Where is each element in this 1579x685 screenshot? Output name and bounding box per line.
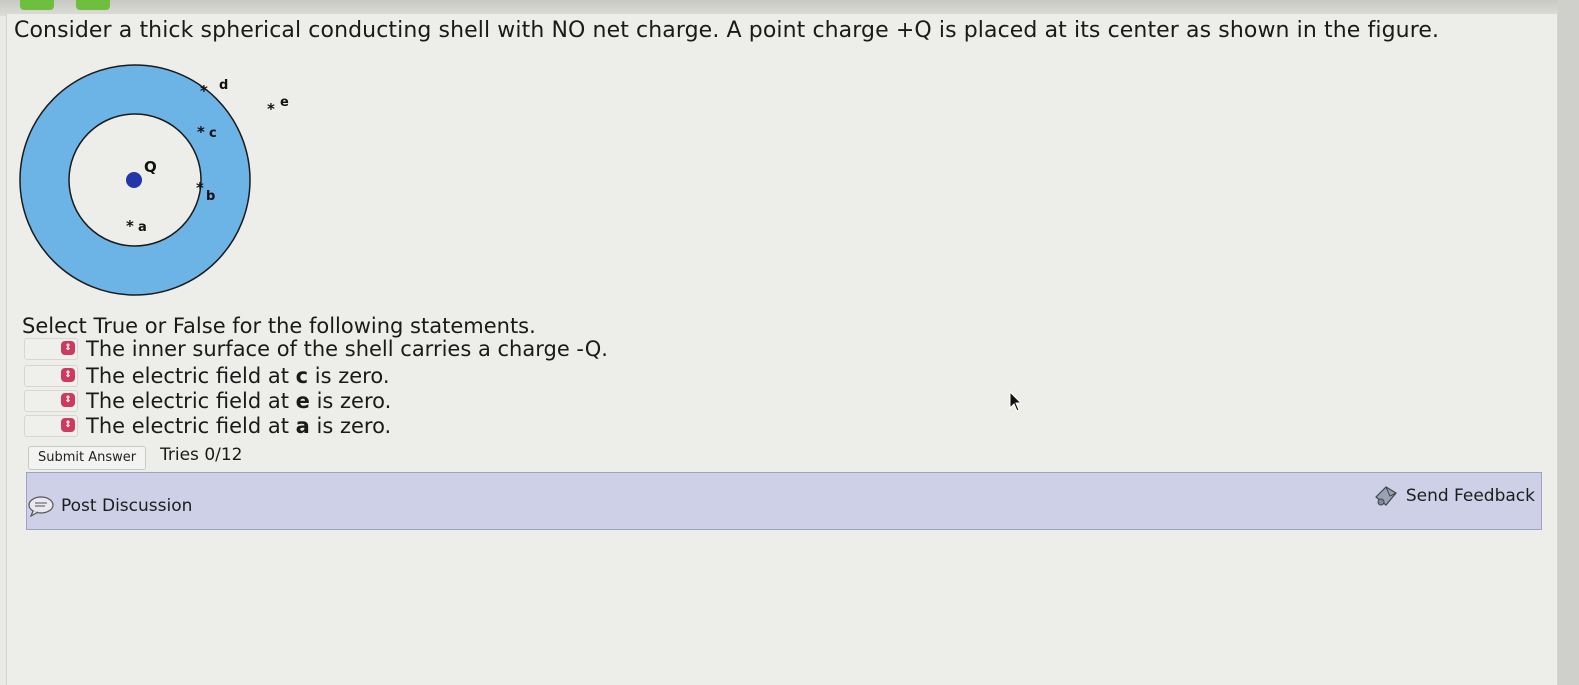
submit-answer-button[interactable]: Submit Answer xyxy=(28,446,147,470)
point-a-marker: * xyxy=(126,217,134,235)
feedback-icon xyxy=(1374,486,1397,506)
send-feedback-label: Send Feedback xyxy=(1405,486,1535,506)
select-spinner-icon[interactable]: ⇕ xyxy=(61,393,75,407)
point-a-label: a xyxy=(138,220,147,235)
forward-arrow-icon[interactable] xyxy=(76,0,110,10)
send-feedback-link[interactable]: Send Feedback xyxy=(1372,483,1535,509)
statement-row: ⇕ The electric field at e is zero. xyxy=(24,389,391,413)
point-c-label: c xyxy=(209,126,217,141)
window-edge xyxy=(1558,0,1579,685)
instructions: Select True or False for the following s… xyxy=(22,314,536,338)
tries-counter: Tries 0/12 xyxy=(160,445,243,465)
point-d-marker: * xyxy=(200,82,208,100)
statement-row: ⇕ The inner surface of the shell carries… xyxy=(24,337,608,361)
post-discussion-label: Post Discussion xyxy=(61,496,193,516)
true-false-select[interactable]: ⇕ xyxy=(24,390,78,412)
true-false-select[interactable]: ⇕ xyxy=(24,338,78,360)
post-discussion-link[interactable]: Post Discussion xyxy=(27,495,192,517)
discussion-bar: Post Discussion Send Feedback xyxy=(26,472,1542,530)
select-spinner-icon[interactable]: ⇕ xyxy=(61,368,75,382)
select-spinner-icon[interactable]: ⇕ xyxy=(61,418,75,432)
statement-text: The electric field at c is zero. xyxy=(86,364,390,388)
statement-text: The electric field at e is zero. xyxy=(86,389,392,413)
point-b-marker: * xyxy=(196,179,204,197)
charge-label: Q xyxy=(144,158,157,176)
true-false-select[interactable]: ⇕ xyxy=(24,415,78,437)
shell-figure: Q * a * b * c * d * e xyxy=(19,64,289,296)
back-arrow-icon[interactable] xyxy=(20,0,54,10)
statement-text: The electric field at a is zero. xyxy=(86,414,392,438)
point-d-label: d xyxy=(219,78,228,93)
point-c-marker: * xyxy=(197,123,205,141)
point-e-marker: * xyxy=(267,100,275,118)
question-text: Consider a thick spherical conducting sh… xyxy=(14,18,1440,43)
statement-row: ⇕ The electric field at a is zero. xyxy=(24,414,391,438)
mouse-cursor-icon xyxy=(1009,391,1023,412)
statement-row: ⇕ The electric field at c is zero. xyxy=(24,364,390,388)
statement-text: The inner surface of the shell carries a… xyxy=(86,337,608,361)
true-false-select[interactable]: ⇕ xyxy=(24,365,78,387)
select-spinner-icon[interactable]: ⇕ xyxy=(61,341,75,355)
point-b-label: b xyxy=(206,189,215,204)
point-e-label: e xyxy=(280,95,289,110)
speech-bubble-icon xyxy=(28,496,54,517)
point-charge xyxy=(126,172,142,188)
